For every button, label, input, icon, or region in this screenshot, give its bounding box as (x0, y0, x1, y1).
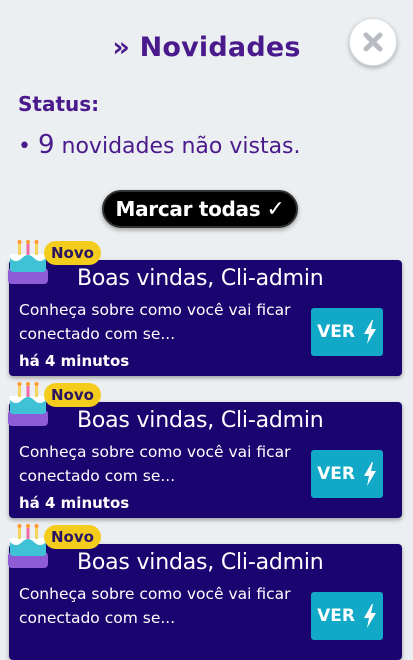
mark-all-label: Marcar todas (115, 197, 261, 221)
cake-icon (4, 522, 52, 572)
check-icon: ✓ (266, 196, 285, 222)
unread-count: 9 (37, 130, 55, 160)
new-badge: Novo (44, 383, 101, 407)
new-badge: Novo (44, 241, 101, 265)
card-timestamp: há 4 minutos (19, 352, 130, 370)
card-description: Conheça sobre como você vai ficar conect… (19, 301, 291, 343)
view-button-label: VER (317, 322, 355, 342)
news-card: Boas vindas, Cli-admin Conheça sobre com… (9, 260, 402, 376)
cake-icon (4, 380, 52, 430)
cake-icon (4, 238, 52, 288)
view-button-label: VER (317, 606, 355, 626)
status-text: novidades não vistas. (61, 134, 301, 159)
close-button[interactable] (349, 18, 397, 66)
mark-all-button[interactable]: Marcar todas ✓ (102, 190, 298, 228)
lightning-icon (363, 462, 377, 486)
status-summary: • 9 novidades não vistas. (18, 130, 301, 160)
news-card: Boas vindas, Cli-admin Conheça sobre com… (9, 544, 402, 660)
view-button-label: VER (317, 464, 355, 484)
card-title: Boas vindas, Cli-admin (77, 408, 324, 433)
lightning-icon (363, 320, 377, 344)
news-card: Boas vindas, Cli-admin Conheça sobre com… (9, 402, 402, 518)
new-badge: Novo (44, 525, 101, 549)
card-title: Boas vindas, Cli-admin (77, 550, 324, 575)
card-description: Conheça sobre como você vai ficar conect… (19, 585, 291, 627)
status-label: Status: (18, 92, 100, 116)
view-button[interactable]: VER (311, 592, 383, 640)
close-icon (363, 32, 383, 52)
card-timestamp: há 4 minutos (19, 494, 130, 512)
view-button[interactable]: VER (311, 308, 383, 356)
card-description: Conheça sobre como você vai ficar conect… (19, 443, 291, 485)
lightning-icon (363, 604, 377, 628)
card-title: Boas vindas, Cli-admin (77, 266, 324, 291)
status-bullet: • (18, 134, 31, 159)
view-button[interactable]: VER (311, 450, 383, 498)
